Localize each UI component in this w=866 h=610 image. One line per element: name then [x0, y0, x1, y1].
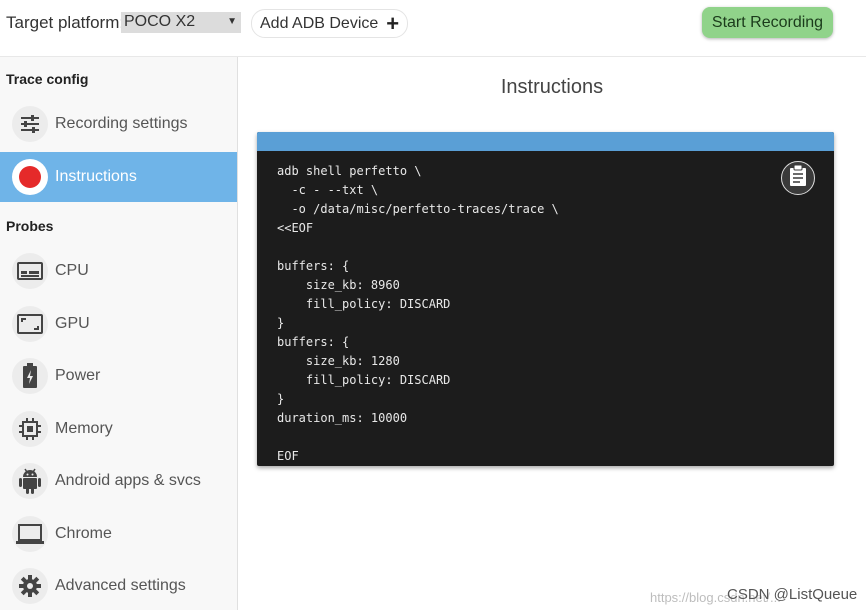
- sidebar-item-recording-settings[interactable]: Recording settings: [0, 99, 237, 149]
- sidebar-item-label: CPU: [55, 262, 89, 279]
- sidebar-item-gpu[interactable]: GPU: [0, 299, 237, 349]
- copy-to-clipboard-button[interactable]: [781, 161, 815, 195]
- page-title: Instructions: [500, 76, 604, 98]
- sidebar: Trace config Recording settings Instruct…: [0, 57, 238, 610]
- sidebar-item-label: Power: [55, 367, 101, 384]
- target-platform-select[interactable]: POCO X2 ▼: [121, 12, 241, 33]
- code-card-header-bar: [257, 132, 834, 151]
- start-recording-label: Start Recording: [711, 13, 824, 31]
- plus-icon: +: [386, 10, 400, 36]
- sidebar-item-memory[interactable]: Memory: [0, 404, 237, 454]
- battery-icon: [12, 358, 48, 394]
- sidebar-item-chrome[interactable]: Chrome: [0, 509, 237, 559]
- record-dot-icon: [12, 159, 48, 195]
- sidebar-item-label: Memory: [55, 420, 113, 437]
- start-recording-button[interactable]: Start Recording: [702, 7, 833, 38]
- add-adb-device-button[interactable]: Add ADB Device +: [251, 9, 409, 38]
- target-platform-value: POCO X2: [124, 13, 196, 30]
- clipboard-icon: [789, 164, 807, 192]
- dropdown-caret-icon: ▼: [227, 16, 237, 27]
- probes-title: Probes: [6, 218, 54, 234]
- adb-command-text[interactable]: adb shell perfetto \ -c - --txt \ -o /da…: [277, 162, 559, 466]
- sidebar-item-label: Recording settings: [55, 115, 188, 132]
- gpu-icon: [12, 306, 48, 342]
- sidebar-item-label: GPU: [55, 315, 90, 332]
- sidebar-item-label: Instructions: [55, 168, 137, 185]
- sidebar-item-advanced-settings[interactable]: Advanced settings: [0, 561, 237, 610]
- sidebar-item-instructions[interactable]: Instructions: [0, 152, 237, 202]
- sidebar-item-cpu[interactable]: CPU: [0, 246, 237, 296]
- sidebar-item-power[interactable]: Power: [0, 351, 237, 401]
- target-platform-label: Target platform:: [6, 13, 125, 32]
- csdn-watermark: CSDN @ListQueue: [727, 586, 858, 603]
- sidebar-item-android-apps[interactable]: Android apps & svcs: [0, 456, 237, 506]
- android-icon: [12, 463, 48, 499]
- sidebar-item-label: Advanced settings: [55, 577, 186, 594]
- sidebar-item-label: Chrome: [55, 525, 112, 542]
- add-adb-device-label: Add ADB Device: [260, 14, 379, 32]
- gear-icon: [12, 568, 48, 604]
- trace-config-title: Trace config: [6, 71, 89, 87]
- command-code-block: adb shell perfetto \ -c - --txt \ -o /da…: [257, 132, 834, 466]
- memory-chip-icon: [12, 411, 48, 447]
- sidebar-item-label: Android apps & svcs: [55, 472, 201, 489]
- laptop-icon: [12, 516, 48, 552]
- tune-icon: [12, 106, 48, 142]
- top-bar: Target platform: POCO X2 ▼ Add ADB Devic…: [0, 0, 866, 57]
- cpu-icon: [12, 253, 48, 289]
